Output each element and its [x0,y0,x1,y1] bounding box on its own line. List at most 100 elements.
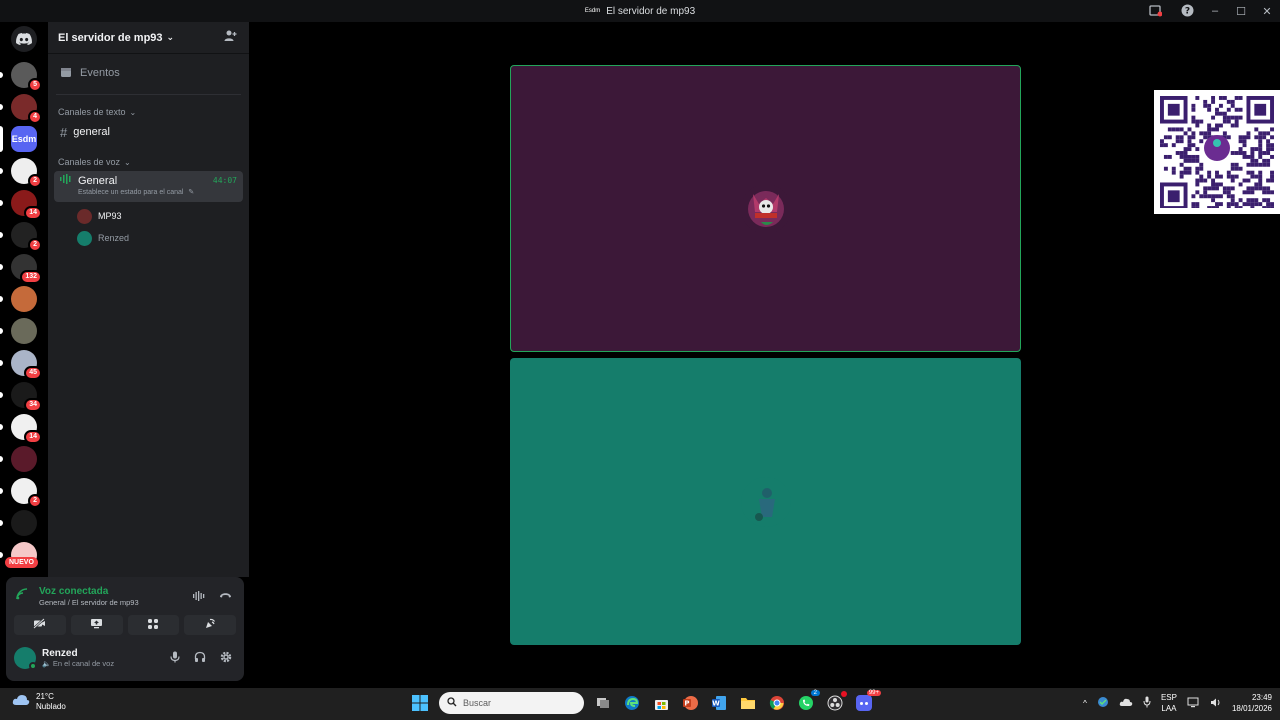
voice-member[interactable]: Renzed [77,227,249,249]
server-icon[interactable]: 14 [11,414,42,444]
avatar[interactable] [14,647,37,670]
microphone-tray-icon[interactable] [1143,696,1151,710]
voice-timer: 44:07 [212,176,237,185]
server-icon[interactable]: 2 [11,478,42,508]
chrome-icon[interactable] [767,693,787,713]
mention-badge: 34 [24,398,42,412]
events-label: Eventos [80,67,120,79]
voice-stage [249,22,1280,688]
edge-browser-icon[interactable] [622,693,642,713]
powerpoint-icon[interactable]: P [680,693,700,713]
channel-general-text[interactable]: # general [54,121,243,143]
language-indicator[interactable]: ESP LAA [1161,692,1177,714]
voice-member[interactable]: MP93 [77,205,249,227]
whatsapp-icon[interactable]: 2 [796,690,820,713]
system-tray: ^ ESP LAA 23:49 18/01/2026 [1083,692,1272,714]
server-icon[interactable]: Esdm [11,126,37,152]
mention-badge: 132 [20,270,42,284]
voice-connected-subtitle[interactable]: General / El servidor de mp93 [39,598,139,607]
voice-connected-title[interactable]: Voz conectada [39,586,139,597]
user-area[interactable]: Renzed 🔈 En el canal de voz [6,639,244,670]
svg-text:W: W [712,700,720,708]
minimize-icon[interactable]: – [1202,5,1228,17]
camera-off-button[interactable] [14,615,66,635]
weather-widget[interactable]: 21°C Nublado [12,692,66,712]
server-avatar [11,510,37,536]
unread-indicator [0,456,3,462]
mention-badge: 5 [28,78,42,92]
settings-gear-icon[interactable] [220,651,232,666]
voice-activity-icon [60,174,72,187]
noise-suppression-icon[interactable] [193,591,205,604]
server-icon[interactable]: 4 [11,94,42,124]
participant-tile-mp93[interactable] [510,65,1021,352]
participant-tile-renzed[interactable] [510,358,1021,645]
obs-icon[interactable] [825,691,847,713]
task-view-icon[interactable] [593,693,613,713]
server-icon[interactable]: 14 [11,190,42,220]
maximize-icon[interactable]: ☐ [1228,5,1254,18]
mention-badge: 45 [24,366,42,380]
start-button[interactable] [410,693,430,713]
cloud-icon [12,693,30,711]
invite-member-icon[interactable] [224,29,237,47]
unread-indicator [0,72,3,78]
language-code: ESP [1160,693,1177,702]
close-icon[interactable]: ✕ [1254,5,1280,18]
channel-status-text[interactable]: Establece un estado para el canal [78,189,183,196]
server-icon[interactable]: 2 [11,158,42,188]
mention-badge: 14 [24,206,42,220]
onedrive-icon[interactable] [1119,697,1133,709]
voice-channels-category[interactable]: Canales de voz ⌄ [48,157,249,167]
new-badge[interactable]: NUEVO [5,557,38,568]
voice-channel-general[interactable]: General 44:07 Establece un estado para e… [54,171,243,202]
qr-code-image [1154,90,1280,214]
headphones-icon[interactable] [194,651,206,666]
mention-badge: 2 [28,494,42,508]
server-icon[interactable]: 2 [11,222,42,252]
server-icon[interactable]: 45 [11,350,42,380]
server-icon[interactable] [11,318,37,344]
disconnect-icon[interactable] [219,591,232,604]
microphone-icon[interactable] [170,651,180,666]
network-icon[interactable] [1187,697,1200,710]
server-avatar: Esdm [11,126,37,152]
server-icon[interactable]: 5 [11,62,42,92]
unread-indicator [0,232,3,238]
channel-sidebar: El servidor de mp93 ⌄ Eventos Canales de… [48,22,249,577]
weather-temp: 21°C [36,692,54,701]
connection-signal-icon[interactable] [16,587,29,605]
share-screen-button[interactable] [70,615,123,635]
file-explorer-icon[interactable] [738,693,758,713]
server-icon[interactable] [11,446,37,472]
clock[interactable]: 23:49 18/01/2026 [1232,692,1272,714]
server-header[interactable]: El servidor de mp93 ⌄ [48,22,249,54]
text-channels-category[interactable]: Canales de texto ⌄ [48,107,249,117]
unread-indicator [0,328,3,334]
whatsapp-badge: 2 [810,690,820,696]
defender-icon[interactable] [1097,696,1109,710]
home-button[interactable] [11,26,37,52]
volume-icon[interactable] [1210,697,1222,710]
server-icon[interactable]: 132 [11,254,42,284]
microsoft-store-icon[interactable] [651,693,671,713]
server-icon[interactable] [11,286,37,312]
mention-badge: 14 [24,430,42,444]
activities-button[interactable] [127,615,180,635]
title-bar: Esdm El servidor de mp93 ? – ☐ ✕ [0,0,1280,22]
events-item[interactable]: Eventos [48,56,249,90]
inbox-icon[interactable] [1148,3,1162,17]
word-icon[interactable]: W [709,693,729,713]
help-icon[interactable]: ? [1180,3,1194,17]
server-icon[interactable] [11,510,37,536]
chevron-up-icon[interactable]: ^ [1083,699,1087,708]
server-list: 5 4 Esdm 2 14 2 132 45 34 14 2 NUEVO [0,22,48,577]
server-icon[interactable]: 34 [11,382,42,412]
user-name: Renzed [42,648,78,659]
server-avatar [11,286,37,312]
soundboard-button[interactable] [184,615,236,635]
taskbar-search[interactable]: Buscar [439,692,584,714]
discord-taskbar-icon[interactable]: 99+ [854,690,881,713]
windows-logo-icon [412,695,428,711]
pencil-icon[interactable]: ✎ [188,189,194,196]
